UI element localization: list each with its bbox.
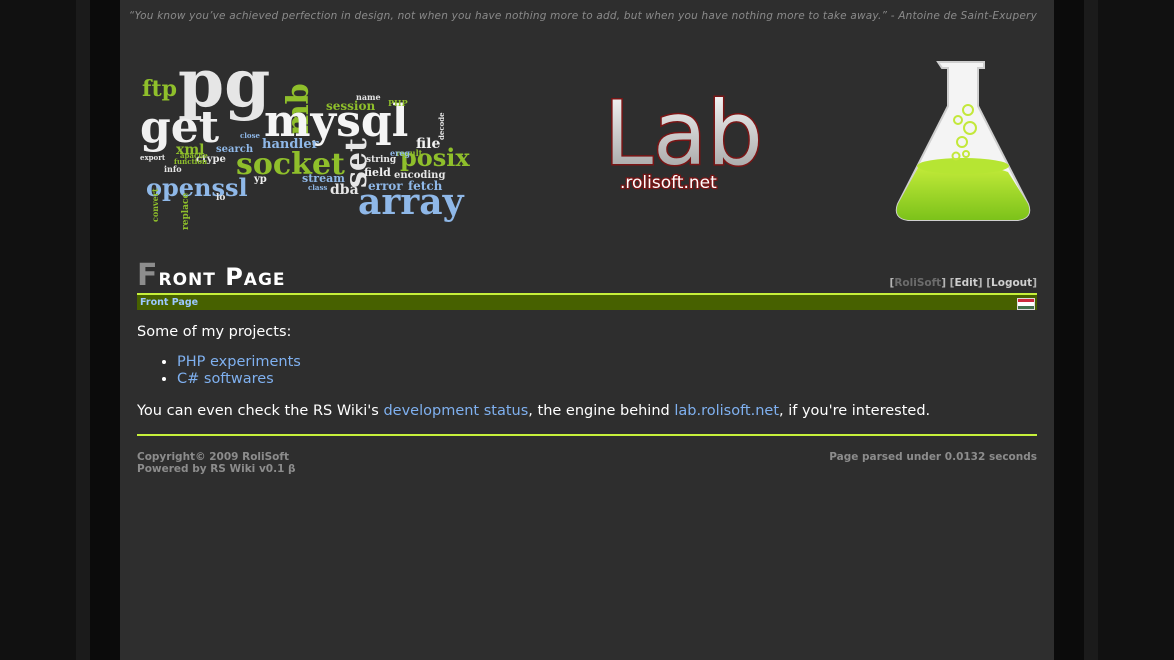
side-stripe	[90, 0, 120, 660]
footer-divider	[137, 434, 1037, 436]
cloud-word: yp	[253, 174, 267, 185]
page-title-text: ront Page	[158, 263, 286, 291]
cloud-word: error	[368, 179, 403, 193]
logo-subtitle: .rolisoft.net	[620, 173, 717, 193]
copyright-text: Copyright© 2009 RoliSoft	[137, 451, 289, 463]
cloud-word: lo	[216, 193, 225, 203]
header-quote: “You know you’ve achieved perfection in …	[128, 10, 1037, 22]
page-title: Front Page	[137, 258, 286, 293]
breadcrumb-front-page[interactable]: Front Page	[140, 297, 198, 308]
list-item: PHP experiments	[177, 354, 301, 371]
hungarian-flag-icon[interactable]	[1017, 298, 1035, 310]
side-stripe	[76, 0, 90, 660]
cloud-word: ftp	[142, 76, 177, 102]
page-container: “You know you’ve achieved perfection in …	[120, 0, 1054, 660]
cloud-word: decode	[437, 112, 446, 140]
breadcrumb-bar: Front Page	[137, 293, 1037, 310]
project-list: PHP experiments C# softwares	[137, 354, 301, 388]
edit-link[interactable]: Edit	[954, 277, 977, 289]
cloud-word: convert	[150, 188, 160, 222]
cloud-word: openssl	[146, 173, 248, 202]
logo-title: Lab	[604, 84, 763, 185]
owner-link[interactable]: RoliSoft	[894, 277, 941, 289]
list-item: C# softwares	[177, 371, 301, 388]
user-links: [RoliSoft] [Edit] [Logout]	[889, 277, 1037, 289]
powered-by-text: Powered by RS Wiki v0.1 β	[137, 463, 296, 475]
flask-icon	[890, 54, 1036, 226]
cloud-word: ereg	[390, 148, 410, 158]
side-stripe	[0, 0, 76, 660]
csharp-softwares-link[interactable]: C# softwares	[177, 371, 274, 387]
logout-link[interactable]: Logout	[991, 277, 1032, 289]
page-timing-text: Page parsed under 0.0132 seconds	[829, 451, 1037, 463]
side-stripe	[1054, 0, 1084, 660]
side-stripe	[1098, 0, 1174, 660]
cloud-word: PHP	[388, 98, 408, 108]
cloud-word: field	[364, 166, 391, 179]
wiki-info-text: You can even check the RS Wiki's develop…	[137, 403, 931, 419]
php-experiments-link[interactable]: PHP experiments	[177, 354, 301, 370]
intro-text: Some of my projects:	[137, 324, 292, 340]
cloud-word: replace	[181, 193, 191, 230]
tag-cloud-image: ftp pg mb get mysql session PHP socket s…	[138, 44, 488, 234]
footer-credits: Copyright© 2009 RoliSoft Powered by RS W…	[137, 451, 296, 475]
cloud-word: apache	[180, 151, 208, 160]
development-status-link[interactable]: development status	[383, 403, 528, 419]
cloud-word: dba	[330, 182, 359, 198]
cloud-word: fetch	[408, 179, 443, 193]
site-link[interactable]: lab.rolisoft.net	[674, 403, 779, 419]
side-stripe	[1084, 0, 1098, 660]
cloud-word: name	[356, 92, 381, 102]
site-logo: Lab .rolisoft.net	[603, 81, 794, 195]
cloud-word: export	[140, 153, 166, 162]
page-title-initial: F	[137, 258, 159, 293]
cloud-word: handler	[262, 137, 319, 152]
cloud-word: close	[240, 131, 261, 140]
cloud-word: class	[308, 183, 327, 192]
